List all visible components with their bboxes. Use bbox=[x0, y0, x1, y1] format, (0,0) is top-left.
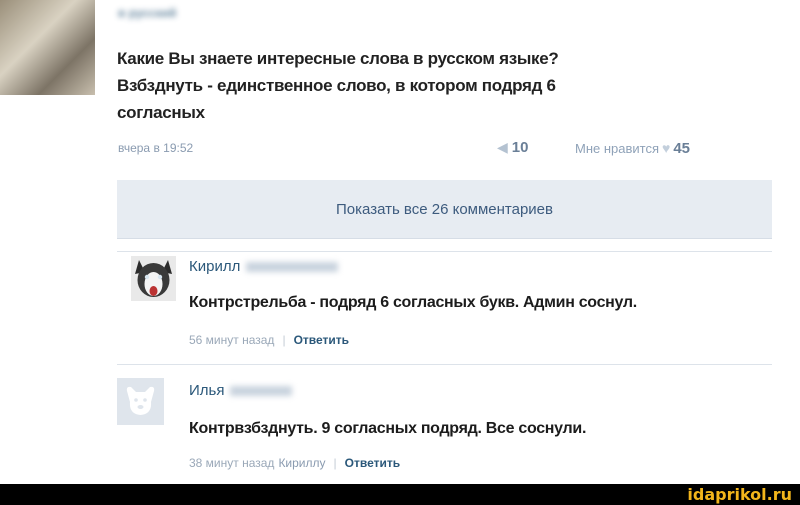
comment-avatar-kirill[interactable] bbox=[131, 256, 176, 301]
share-button[interactable]: ◀ 10 bbox=[497, 139, 528, 156]
comment-time[interactable]: 56 минут назад bbox=[189, 333, 274, 347]
footer-bar: idaprikol.ru bbox=[0, 484, 800, 505]
comment-avatar-ilya[interactable] bbox=[117, 378, 164, 425]
reply-button[interactable]: Ответить bbox=[345, 456, 400, 470]
megaphone-icon: ◀ bbox=[497, 139, 508, 155]
comment-divider bbox=[117, 251, 772, 252]
husky-avatar-icon bbox=[131, 256, 176, 301]
show-all-comments-button[interactable]: Показать все 26 комментариев bbox=[117, 180, 772, 239]
reply-to-name[interactable]: Кириллу bbox=[278, 456, 325, 470]
post-text: Какие Вы знаете интересные слова в русск… bbox=[117, 49, 559, 122]
comment-text-kirill: Контрстрельба - подряд 6 согласных букв.… bbox=[189, 294, 637, 311]
comment-text-ilya: Контрвзбзднуть. 9 согласных подряд. Все … bbox=[189, 420, 587, 437]
heart-icon: ♥ bbox=[662, 140, 671, 156]
share-count: 10 bbox=[511, 139, 529, 156]
default-dog-avatar-icon bbox=[117, 378, 164, 425]
post-author-avatar[interactable] bbox=[0, 0, 95, 95]
like-button[interactable]: Мне нравится ♥ 45 bbox=[575, 140, 690, 157]
comment-divider bbox=[117, 364, 772, 365]
post-timestamp[interactable]: вчера в 19:52 bbox=[118, 141, 193, 155]
reply-button[interactable]: Ответить bbox=[294, 333, 349, 347]
like-label: Мне нравится bbox=[575, 141, 660, 156]
watermark: idaprikol.ru bbox=[687, 485, 792, 504]
like-count: 45 bbox=[673, 140, 691, 157]
comment-time[interactable]: 38 минут назад bbox=[189, 456, 274, 470]
comment-author-kirill[interactable]: Кирилл bbox=[189, 258, 339, 275]
post-author-name[interactable]: в русский bbox=[118, 6, 238, 20]
comment-meta-kirill: 56 минут назад | Ответить bbox=[189, 333, 350, 347]
comment-meta-ilya: 38 минут назад Кириллу | Ответить bbox=[189, 456, 401, 470]
comment-author-ilya[interactable]: Илья bbox=[189, 382, 293, 399]
